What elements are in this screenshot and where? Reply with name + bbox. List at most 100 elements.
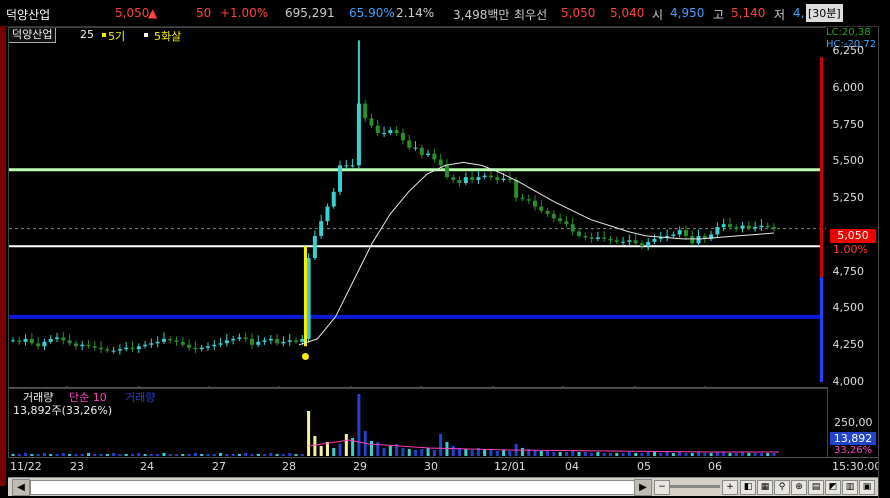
- zoom-in-icon[interactable]: +: [722, 480, 738, 495]
- volume-bar: [445, 442, 449, 456]
- candle-body: [614, 240, 619, 242]
- volume-bar: [105, 454, 109, 456]
- up-arrow-icon: ▲: [148, 6, 158, 20]
- volume-bar: [11, 454, 15, 456]
- bid-price: 5,040: [610, 6, 645, 20]
- volume-bar: [734, 453, 738, 456]
- volume-ma-line: [308, 439, 779, 453]
- candle-body: [426, 153, 431, 156]
- volume-bar: [357, 394, 361, 456]
- open-label: 시: [652, 8, 664, 22]
- zoom-out-icon[interactable]: −: [654, 480, 670, 495]
- candle-body: [237, 337, 242, 339]
- time-label: 15:30:00: [832, 460, 882, 473]
- current-price-box: 5,050: [830, 229, 876, 243]
- volume-bar: [533, 450, 537, 456]
- ask-price: 5,050: [561, 6, 596, 20]
- quote-header: 덕양산업 5,050 ▲ 50 +1.00% 695,291 65.90% 2.…: [0, 0, 890, 27]
- volume-tick: 250,00: [834, 416, 873, 429]
- volume-bar: [627, 452, 631, 456]
- candle-body: [407, 140, 412, 148]
- volume-chart[interactable]: 거래량 단순 10 거래량 13,892주(33,26%): [8, 387, 828, 459]
- stock-name[interactable]: 덕양산업: [6, 6, 50, 23]
- volume-bar: [338, 444, 342, 456]
- candle-body: [690, 235, 695, 244]
- tool-icon-2[interactable]: ▦: [757, 480, 773, 495]
- axis-blue-bar: [820, 277, 823, 382]
- tool-icon-7[interactable]: ▥: [842, 480, 858, 495]
- volume-bar: [137, 453, 141, 456]
- volume-bar: [684, 453, 688, 456]
- volume-bar: [344, 434, 348, 456]
- volume-bar: [608, 453, 612, 456]
- candle-body: [602, 237, 607, 239]
- tool-icon-1[interactable]: ◧: [740, 480, 756, 495]
- volume-bar: [93, 454, 97, 456]
- tool-icon-8[interactable]: ▣: [859, 480, 875, 495]
- candle-body: [432, 153, 437, 160]
- volume-bar: [61, 453, 65, 456]
- volume-bar: [571, 451, 575, 456]
- candle-body: [344, 165, 349, 167]
- candle-body: [463, 177, 468, 183]
- low-price: 4,: [793, 6, 805, 20]
- volume-current-pct: 33,26%: [834, 445, 873, 456]
- volume-bar: [332, 448, 336, 456]
- candle-body: [161, 338, 166, 342]
- volume-bar: [124, 454, 128, 456]
- high-label: 고: [713, 8, 725, 22]
- volume-bar: [130, 454, 134, 456]
- volume-bar: [747, 453, 751, 456]
- axis-red-bar: [820, 57, 823, 277]
- candle-body: [772, 227, 776, 229]
- candle-body: [149, 343, 154, 345]
- candle-body: [419, 147, 424, 156]
- chart-scrollbar[interactable]: ◀ ▶ − + ◧ ▦ ⚲ ⊕ ▤ ◩ ▥ ▣: [8, 477, 878, 496]
- tool-icon-6[interactable]: ◩: [825, 480, 841, 495]
- volume-bar: [68, 454, 72, 456]
- price-chart[interactable]: [8, 27, 828, 389]
- volume-bar: [325, 442, 329, 456]
- scroll-right-arrow-icon[interactable]: ▶: [634, 479, 652, 496]
- volume-value: 13,892주(33,26%): [13, 404, 113, 417]
- volume-bar: [615, 453, 619, 456]
- volume-bar: [678, 452, 682, 456]
- tool-icon-3[interactable]: ⚲: [774, 480, 790, 495]
- candle-body: [249, 338, 254, 345]
- volume-current-box: 13,892: [830, 432, 876, 445]
- volume-label-2: 거래량: [125, 391, 156, 404]
- volume-bar: [219, 453, 223, 456]
- candle-body: [287, 340, 292, 342]
- volume-bar: [508, 451, 512, 456]
- open-price: 4,950: [670, 6, 705, 20]
- interval-button[interactable]: [30분]: [806, 4, 843, 22]
- scroll-track[interactable]: [30, 480, 642, 495]
- candle-body: [199, 347, 204, 350]
- candle-body: [42, 341, 47, 347]
- volume-bar: [464, 449, 468, 456]
- tool-icon-5[interactable]: ▤: [808, 480, 824, 495]
- volume-bar: [703, 453, 707, 456]
- volume-bar: [520, 448, 524, 456]
- candle-body: [570, 224, 575, 232]
- volume-bar: [407, 449, 411, 456]
- volume-bar: [193, 453, 197, 456]
- volume-bar: [483, 449, 487, 456]
- zoom-track[interactable]: [670, 485, 720, 488]
- price-axis-tick: 5,250: [832, 191, 865, 205]
- date-label: 28: [282, 460, 296, 473]
- candle-body: [444, 165, 449, 178]
- candle-body: [533, 200, 538, 207]
- tool-icon-4[interactable]: ⊕: [791, 480, 807, 495]
- volume-bar: [99, 454, 103, 456]
- volume-bar: [49, 454, 53, 456]
- candle-body: [319, 221, 324, 236]
- candle-body: [48, 338, 53, 342]
- candle-body: [671, 234, 676, 236]
- volume-bar: [112, 453, 116, 456]
- candle-body: [400, 133, 405, 141]
- volume-bar: [168, 454, 172, 456]
- candle-body: [136, 346, 141, 350]
- candle-body: [608, 238, 613, 241]
- scroll-left-arrow-icon[interactable]: ◀: [12, 479, 30, 496]
